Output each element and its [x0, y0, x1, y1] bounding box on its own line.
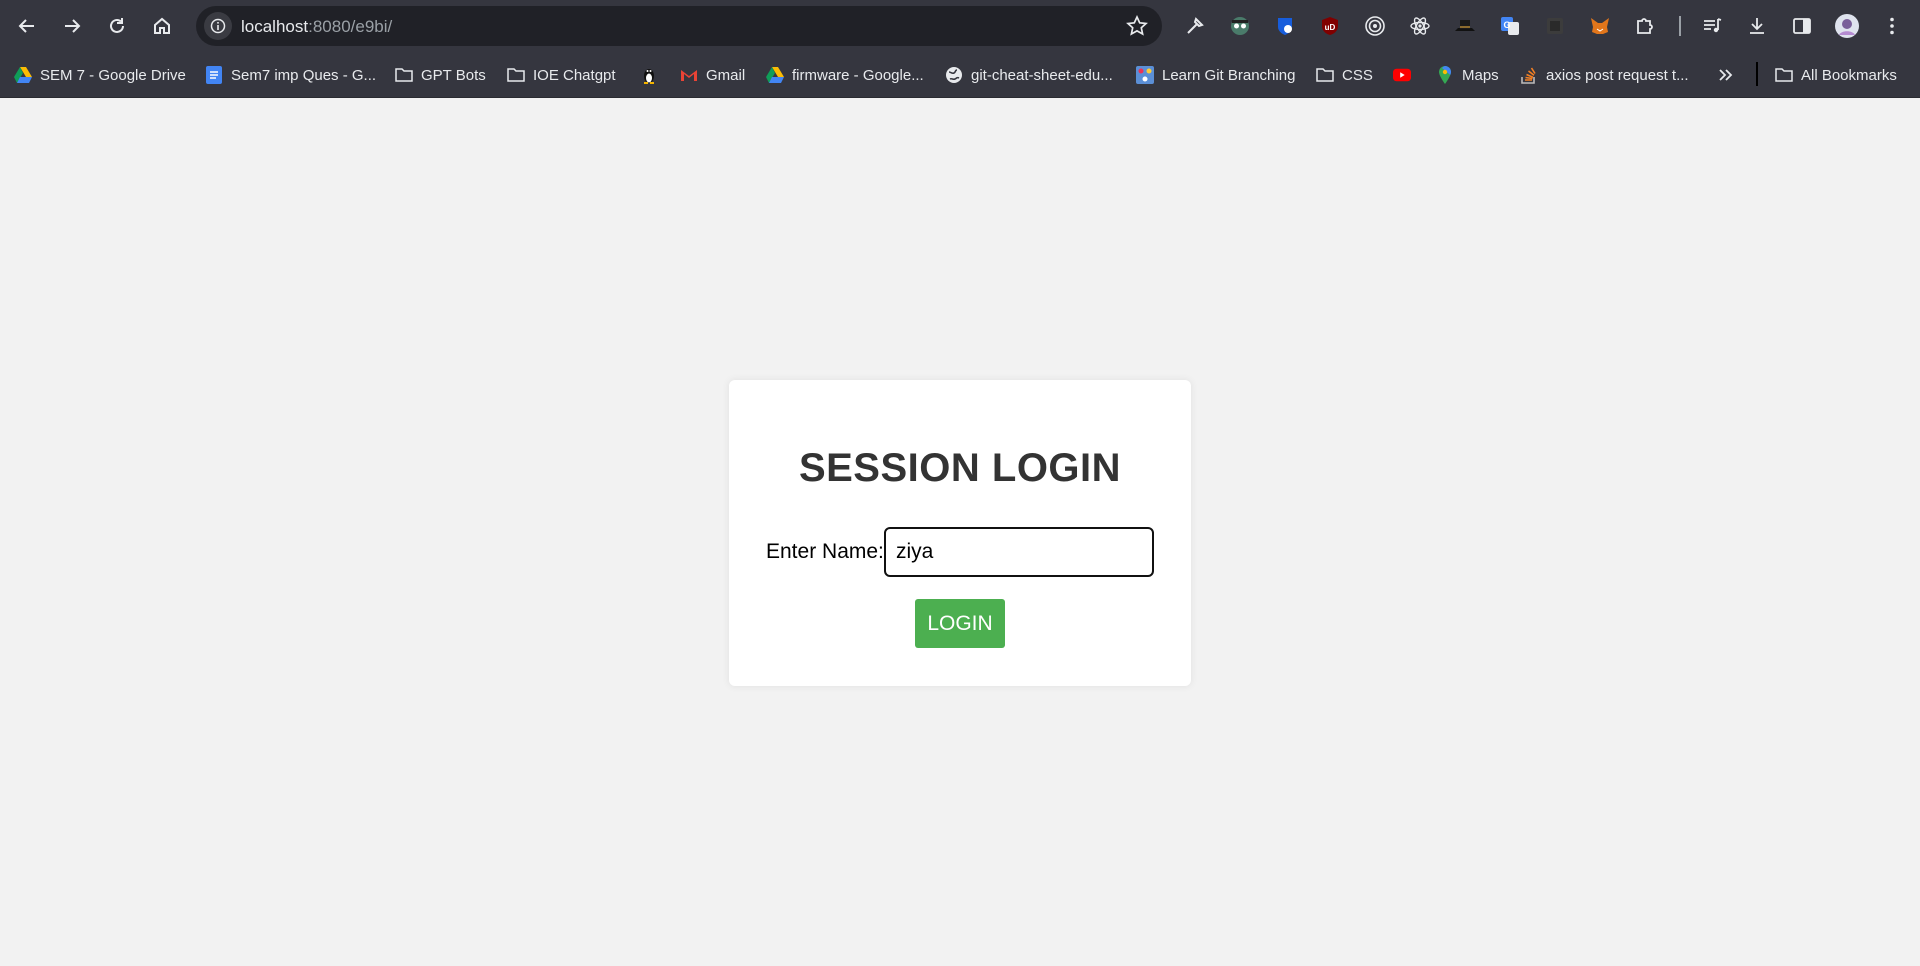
- name-input[interactable]: [884, 527, 1154, 577]
- address-bar[interactable]: localhost:8080/e9bi/: [196, 6, 1162, 46]
- media-control-icon[interactable]: [1698, 12, 1726, 40]
- folder-icon: [395, 66, 413, 84]
- bookmark-label: axios post request t...: [1546, 66, 1689, 84]
- google-drive-icon: [14, 66, 32, 84]
- google-maps-icon: [1436, 66, 1454, 84]
- login-button[interactable]: LOGIN: [915, 599, 1005, 648]
- bookmark-sem7-imp-ques[interactable]: Sem7 imp Ques - G...: [205, 62, 376, 88]
- back-button[interactable]: [11, 10, 43, 42]
- reload-button[interactable]: [101, 10, 133, 42]
- dark-extension-icon[interactable]: [1541, 12, 1569, 40]
- browser-menu-icon[interactable]: [1878, 12, 1906, 40]
- bookmark-maps[interactable]: Maps: [1436, 62, 1499, 88]
- reload-icon: [110, 18, 124, 33]
- bookmark-label: Gmail: [706, 66, 746, 84]
- login-card: SESSION LOGIN Enter Name: LOGIN: [729, 380, 1191, 686]
- home-icon: [154, 17, 170, 34]
- target-extension-icon[interactable]: [1361, 12, 1389, 40]
- all-bookmarks-button[interactable]: All Bookmarks: [1775, 62, 1897, 88]
- globe-icon: [945, 66, 963, 84]
- home-button[interactable]: [146, 10, 178, 42]
- downloads-icon[interactable]: [1743, 12, 1771, 40]
- bookmark-learn-git-branching[interactable]: Learn Git Branching: [1136, 62, 1295, 88]
- folder-icon: [1775, 66, 1793, 84]
- stackoverflow-icon: [1520, 66, 1538, 84]
- bookmark-label: SEM 7 - Google Drive: [40, 66, 186, 84]
- google-drive-icon: [766, 66, 784, 84]
- side-panel-icon[interactable]: [1788, 12, 1816, 40]
- gmail-icon: [680, 66, 698, 84]
- bookmark-gpt-bots[interactable]: GPT Bots: [395, 62, 486, 88]
- page-title: SESSION LOGIN: [798, 446, 1122, 490]
- bookmark-gmail[interactable]: Gmail: [680, 62, 745, 88]
- react-devtools-icon[interactable]: [1406, 12, 1434, 40]
- bookmark-firmware[interactable]: firmware - Google...: [766, 62, 924, 88]
- bookmark-label: All Bookmarks: [1801, 66, 1897, 84]
- bookmarks-overflow-button[interactable]: [1716, 62, 1742, 88]
- youtube-icon: [1393, 66, 1411, 84]
- browser-toolbar: localhost:8080/e9bi/ uD G: [0, 0, 1920, 52]
- bookmark-label: Learn Git Branching: [1162, 66, 1296, 84]
- forward-button[interactable]: [56, 10, 88, 42]
- bookmark-label: Maps: [1462, 66, 1499, 84]
- toolbar-divider: [1679, 16, 1681, 36]
- bookmark-label: Sem7 imp Ques - G...: [231, 66, 377, 84]
- bookmark-label: GPT Bots: [421, 66, 486, 84]
- bookmarks-bar: SEM 7 - Google Drive Sem7 imp Ques - G..…: [0, 52, 1920, 98]
- url-path: :8080/e9bi/: [308, 17, 393, 36]
- folder-icon: [507, 66, 525, 84]
- bookmark-linux[interactable]: [640, 62, 666, 88]
- url-host: localhost: [241, 17, 309, 36]
- forward-arrow-icon: [65, 19, 81, 33]
- hat-extension-icon[interactable]: [1451, 12, 1479, 40]
- folder-icon: [1316, 66, 1334, 84]
- bookmark-sem7-drive[interactable]: SEM 7 - Google Drive: [14, 62, 186, 88]
- bookmark-axios-post[interactable]: axios post request t...: [1520, 62, 1689, 88]
- double-chevron-right-icon: [1716, 66, 1734, 84]
- bookmark-label: git-cheat-sheet-edu...: [971, 66, 1113, 84]
- bookmark-youtube[interactable]: [1393, 62, 1419, 88]
- google-translate-icon[interactable]: G: [1496, 12, 1524, 40]
- ublock-origin-icon[interactable]: uD: [1316, 12, 1344, 40]
- bookmark-css[interactable]: CSS: [1316, 62, 1373, 88]
- bookmark-label: IOE Chatgpt: [533, 66, 616, 84]
- extensions-puzzle-icon[interactable]: [1631, 12, 1659, 40]
- linux-tux-icon: [640, 66, 658, 84]
- google-docs-icon: [205, 66, 223, 84]
- site-info-icon[interactable]: [204, 12, 232, 40]
- bookmark-ioe-chatgpt[interactable]: IOE Chatgpt: [507, 62, 616, 88]
- bookmark-label: CSS: [1342, 66, 1373, 84]
- bookmark-star-icon[interactable]: [1126, 14, 1148, 42]
- profile-avatar[interactable]: [1833, 12, 1861, 40]
- spy-extension-icon[interactable]: [1226, 12, 1254, 40]
- color-picker-extension-icon[interactable]: [1181, 12, 1209, 40]
- name-label: Enter Name:: [766, 540, 884, 563]
- learn-git-icon: [1136, 66, 1154, 84]
- svg-text:uD: uD: [1325, 23, 1336, 32]
- bitwarden-extension-icon[interactable]: [1271, 12, 1299, 40]
- bookmark-label: firmware - Google...: [792, 66, 924, 84]
- metamask-fox-icon[interactable]: [1586, 12, 1614, 40]
- bookmarks-divider: [1756, 62, 1758, 86]
- svg-text:G: G: [1503, 20, 1510, 30]
- url-text[interactable]: localhost:8080/e9bi/: [241, 17, 392, 37]
- back-arrow-icon: [18, 19, 34, 33]
- bookmark-git-cheat-sheet[interactable]: git-cheat-sheet-edu...: [945, 62, 1113, 88]
